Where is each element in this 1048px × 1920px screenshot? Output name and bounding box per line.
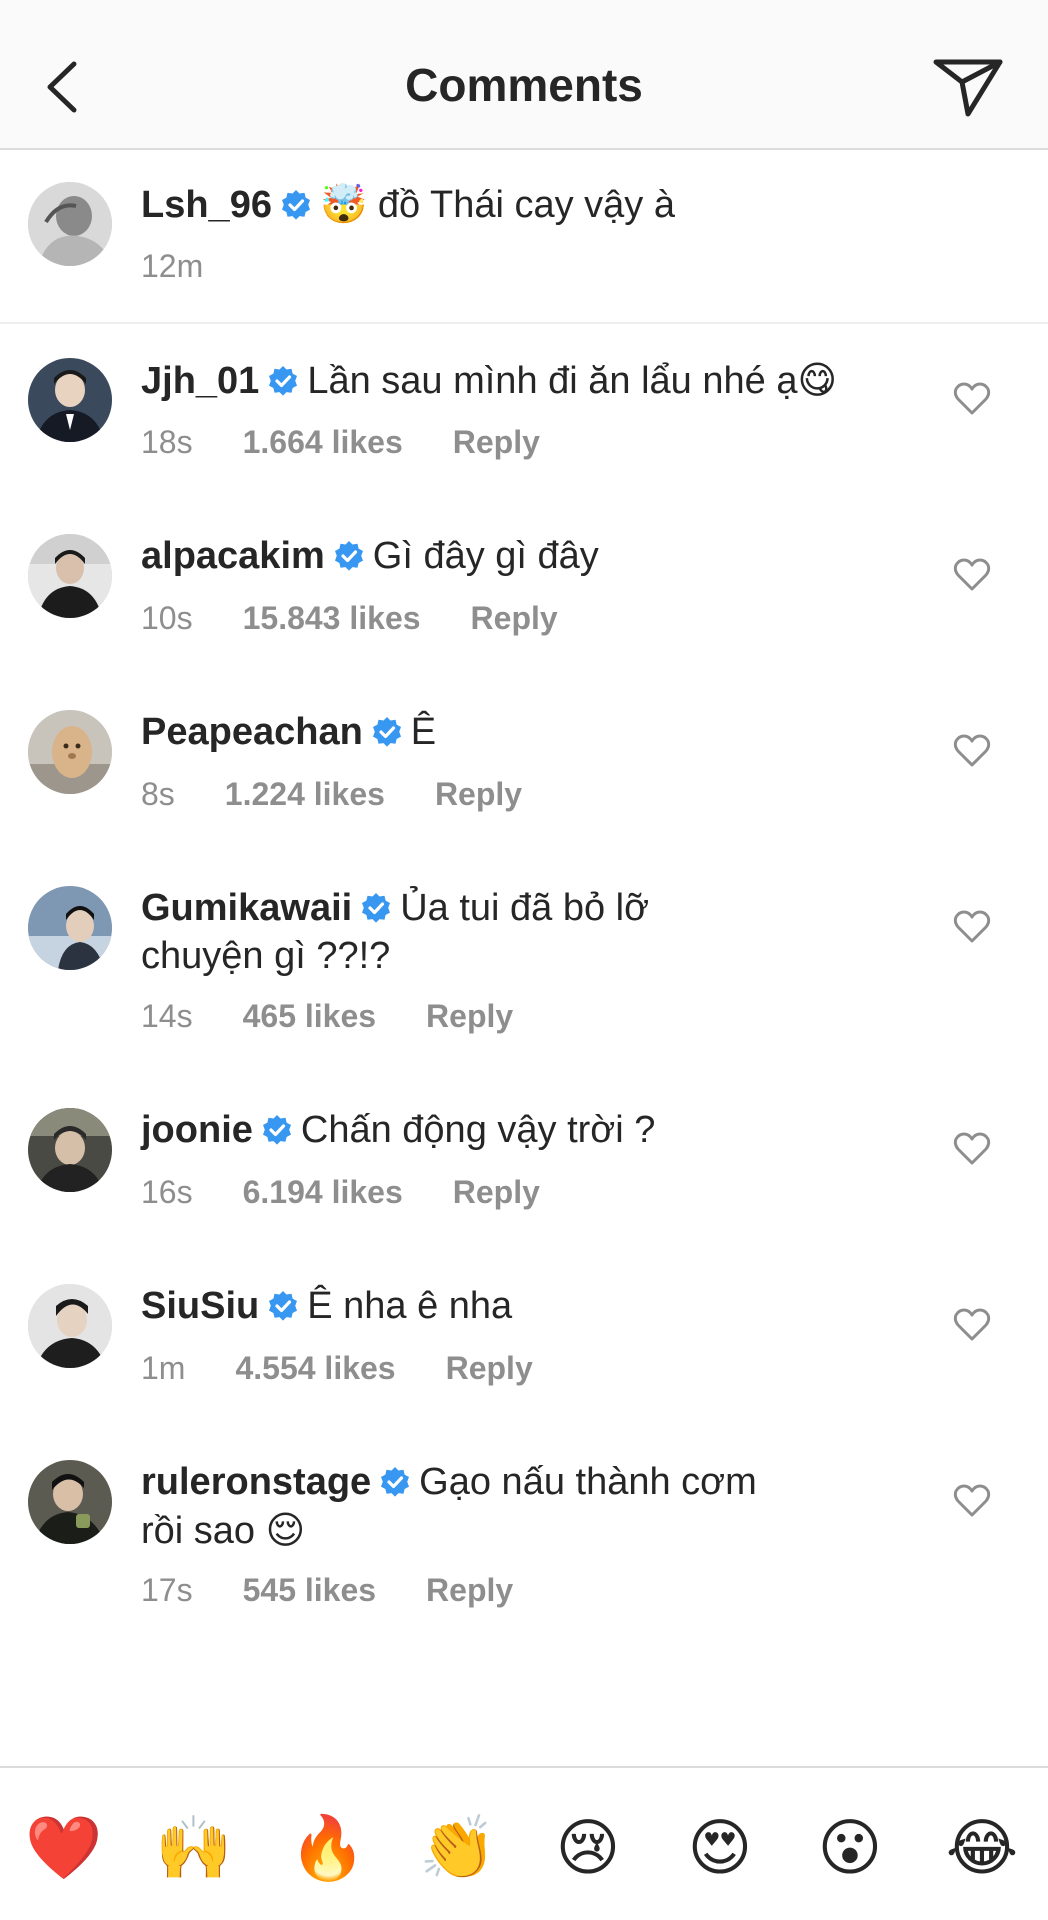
comment-body: Chấn động vậy trời ? [300, 1109, 656, 1151]
comment-meta: 18s 1.664 likes Reply [141, 424, 590, 461]
likes-count[interactable]: 1.224 likes [225, 776, 385, 812]
quick-reaction-bar: ❤️ 🙌 🔥 👏 😢 😍 😮 😂 [0, 1766, 1048, 1920]
avatar[interactable] [28, 534, 112, 618]
likes-count[interactable]: 545 likes [243, 1572, 376, 1608]
reply-button[interactable]: Reply [453, 424, 540, 460]
comment-meta: 8s 1.224 likes Reply [141, 776, 572, 813]
avatar[interactable] [28, 358, 112, 442]
comment-body: Ê [410, 711, 437, 753]
username[interactable]: Jjh_01 [141, 360, 259, 402]
heart-outline-icon[interactable] [953, 1484, 991, 1518]
comment-body: Ê nha ê nha [307, 1285, 513, 1327]
heart-outline-icon[interactable] [953, 558, 991, 592]
crying-face-emoji-button[interactable]: 😢 [548, 1808, 628, 1888]
verified-badge-icon [372, 717, 401, 747]
likes-count[interactable]: 6.194 likes [243, 1174, 403, 1210]
comment-text: alpacakim Gì đây gì đây [141, 532, 921, 580]
post-caption: Lsh_96 🤯 đồ Thái cay vậy à 12m [0, 150, 1048, 324]
verified-badge-icon [334, 541, 363, 571]
reply-button[interactable]: Reply [426, 998, 513, 1034]
username[interactable]: Gumikawaii [141, 887, 352, 929]
likes-count[interactable]: 15.843 likes [243, 600, 421, 636]
avatar[interactable] [28, 1284, 112, 1368]
timestamp: 16s [141, 1174, 193, 1210]
username[interactable]: SiuSiu [141, 1285, 259, 1327]
reply-button[interactable]: Reply [435, 776, 522, 812]
avatar[interactable] [28, 1108, 112, 1192]
comment-text: Gumikawaii Ủa tui đã bỏ lỡ chuyện gì ??!? [141, 884, 701, 980]
heart-eyes-emoji-button[interactable]: 😍 [680, 1808, 760, 1888]
comment-meta: 16s 6.194 likes Reply [141, 1174, 590, 1211]
reply-button[interactable]: Reply [453, 1174, 540, 1210]
avatar[interactable] [28, 886, 112, 970]
comment-meta: 17s 545 likes Reply [141, 1572, 563, 1609]
timestamp: 8s [141, 776, 175, 812]
username[interactable]: Peapeachan [141, 711, 363, 753]
red-heart-emoji-button[interactable]: ❤️ [24, 1808, 104, 1888]
username[interactable]: Lsh_96 [141, 184, 272, 226]
avatar[interactable] [28, 1460, 112, 1544]
heart-outline-icon[interactable] [953, 1132, 991, 1166]
share-button[interactable] [930, 52, 1006, 122]
comment-body: Gì đây gì đây [372, 535, 599, 577]
page-title: Comments [405, 59, 643, 111]
exploding-head-emoji: 🤯 [319, 182, 368, 226]
verified-badge-icon [262, 1115, 291, 1145]
username[interactable]: ruleronstage [141, 1461, 371, 1503]
timestamp: 12m [141, 248, 204, 284]
comment-text: joonie Chấn động vậy trời ? [141, 1106, 921, 1154]
clapping-hands-emoji-button[interactable]: 👏 [418, 1808, 498, 1888]
surprised-face-emoji-button[interactable]: 😮 [810, 1808, 890, 1888]
timestamp: 1m [141, 1350, 186, 1386]
heart-outline-icon[interactable] [953, 734, 991, 768]
timestamp: 14s [141, 998, 193, 1034]
verified-badge-icon [381, 1467, 410, 1497]
reply-button[interactable]: Reply [426, 1572, 513, 1608]
username[interactable]: alpacakim [141, 535, 325, 577]
avatar[interactable] [28, 710, 112, 794]
likes-count[interactable]: 465 likes [243, 998, 376, 1034]
timestamp: 18s [141, 424, 193, 460]
comment-text: Peapeachan Ê [141, 708, 921, 756]
raising-hands-emoji-button[interactable]: 🙌 [154, 1808, 234, 1888]
comment-meta: 1m 4.554 likes Reply [141, 1350, 583, 1387]
avatar[interactable] [28, 182, 112, 266]
tears-of-joy-emoji-button[interactable]: 😂 [942, 1808, 1022, 1888]
heart-outline-icon[interactable] [953, 910, 991, 944]
verified-badge-icon [269, 1291, 298, 1321]
timestamp: 10s [141, 600, 193, 636]
caption-body: đồ Thái cay vậy à [377, 184, 675, 226]
likes-count[interactable]: 1.664 likes [243, 424, 403, 460]
paper-plane-icon [933, 59, 1003, 117]
heart-outline-icon[interactable] [953, 1308, 991, 1342]
likes-count[interactable]: 4.554 likes [235, 1350, 395, 1386]
comment-meta: 10s 15.843 likes Reply [141, 600, 608, 637]
reply-button[interactable]: Reply [471, 600, 558, 636]
verified-badge-icon [281, 190, 310, 220]
fire-emoji-button[interactable]: 🔥 [288, 1808, 368, 1888]
reply-button[interactable]: Reply [446, 1350, 533, 1386]
verified-badge-icon [362, 893, 391, 923]
heart-outline-icon[interactable] [953, 382, 991, 416]
header-bar: Comments [0, 0, 1048, 150]
comment-text: SiuSiu Ê nha ê nha [141, 1282, 921, 1330]
timestamp: 17s [141, 1572, 193, 1608]
comment-text: Jjh_01 Lần sau mình đi ăn lẩu nhé ạ😋 [141, 356, 921, 405]
verified-badge-icon [269, 366, 298, 396]
relieved-face-emoji: 😌 [265, 1508, 306, 1552]
username[interactable]: joonie [141, 1109, 253, 1151]
comment-body: Lần sau mình đi ăn lẩu nhé ạ [307, 360, 798, 402]
comment-meta: 14s 465 likes Reply [141, 998, 563, 1035]
caption-text: Lsh_96 🤯 đồ Thái cay vậy à [141, 180, 921, 229]
caption-meta: 12m [141, 248, 253, 285]
comment-text: ruleronstage Gạo nấu thành cơm rồi sao 😌 [141, 1458, 801, 1555]
yum-emoji: 😋 [797, 358, 838, 402]
